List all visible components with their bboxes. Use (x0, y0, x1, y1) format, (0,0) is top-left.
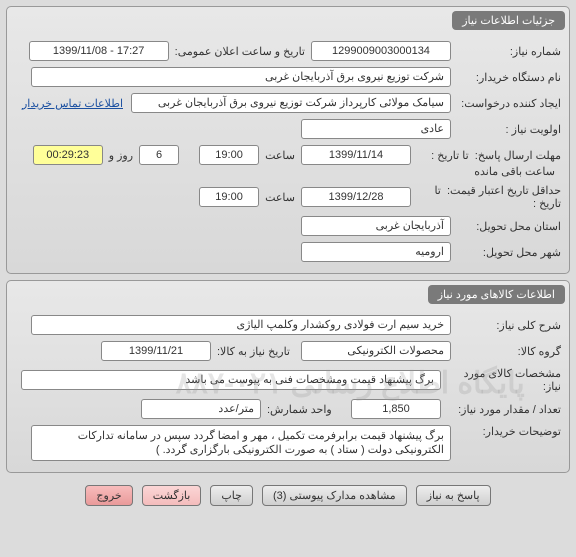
goods-info-title: اطلاعات کالاهای مورد نیاز (428, 285, 565, 304)
field-deadline-date: 1399/11/14 (301, 145, 411, 165)
row-qty: تعداد / مقدار مورد نیاز: 1,850 واحد شمار… (15, 396, 561, 422)
field-province: آذربایجان غربی (301, 216, 451, 236)
field-priority: عادی (301, 119, 451, 139)
row-province: استان محل تحویل: آذربایجان غربی (15, 213, 561, 239)
label-buyer-notes: توضیحات خریدار: (451, 425, 561, 438)
field-need-by: 1399/11/21 (101, 341, 211, 361)
row-priority: اولویت نیاز : عادی (15, 116, 561, 142)
label-unit: واحد شمارش: (261, 403, 351, 416)
need-info-title: جزئیات اطلاعات نیاز (452, 11, 565, 30)
label-valid: حداقل تاریخ اعتبار قیمت: تا تاریخ : (411, 184, 561, 210)
label-buyer: نام دستگاه خریدار: (451, 71, 561, 84)
row-general-desc: شرح کلی نیاز: خرید سیم ارت فولادی روکشدا… (15, 312, 561, 338)
field-remain-time: 00:29:23 (33, 145, 103, 165)
label-spec: مشخصات کالای مورد نیاز: (441, 367, 561, 393)
field-creator: سیامک مولائی کارپرداز شرکت توزیع نیروی ب… (131, 93, 451, 113)
button-bar: پاسخ به نیاز مشاهده مدارک پیوستی (3) چاپ… (0, 479, 576, 516)
row-valid: حداقل تاریخ اعتبار قیمت: تا تاریخ : 1399… (15, 181, 561, 213)
label-need-by: تاریخ نیاز به کالا: (211, 345, 301, 358)
contact-link[interactable]: اطلاعات تماس خریدار (22, 97, 123, 110)
row-creator: ایجاد کننده درخواست: سیامک مولائی کارپرد… (15, 90, 561, 116)
goods-info-panel: پایگاه اطلاع رسانی ۰۲۱-۸۸۷ اطلاعات کالاه… (6, 280, 570, 473)
field-buyer-notes: برگ پیشنهاد قیمت برابرفرمت تکمیل ، مهر و… (31, 425, 451, 461)
field-spec: برگ پیشنهاد قیمت ومشخصات فنی به پیوست می… (21, 370, 441, 390)
label-roozva: روز و (103, 149, 139, 162)
row-city: شهر محل تحویل: ارومیه (15, 239, 561, 265)
label-deadline: مهلت ارسال پاسخ: تا تاریخ : (411, 149, 561, 162)
need-info-panel: جزئیات اطلاعات نیاز شماره نیاز: 12990090… (6, 6, 570, 274)
label-qty: تعداد / مقدار مورد نیاز: (441, 403, 561, 416)
row-need-no: شماره نیاز: 1299009003000134 تاریخ و ساع… (15, 38, 561, 64)
row-buyer-notes: توضیحات خریدار: برگ پیشنهاد قیمت برابرفر… (15, 422, 561, 464)
label-saat2: ساعت (259, 191, 301, 204)
field-valid-date: 1399/12/28 (301, 187, 411, 207)
print-button[interactable]: چاپ (210, 485, 253, 506)
respond-button[interactable]: پاسخ به نیاز (416, 485, 491, 506)
label-saat1: ساعت (259, 149, 301, 162)
field-group: محصولات الکترونیکی (301, 341, 451, 361)
row-spec: مشخصات کالای مورد نیاز: برگ پیشنهاد قیمت… (15, 364, 561, 396)
attachments-button[interactable]: مشاهده مدارک پیوستی (3) (262, 485, 407, 506)
field-qty: 1,850 (351, 399, 441, 419)
label-group: گروه کالا: (451, 345, 561, 358)
exit-button[interactable]: خروج (85, 485, 132, 506)
field-deadline-time: 19:00 (199, 145, 259, 165)
field-buyer: شرکت توزیع نیروی برق آذربایجان غربی (31, 67, 451, 87)
field-remain-days: 6 (139, 145, 179, 165)
label-need-no: شماره نیاز: (451, 45, 561, 58)
label-remain: ساعت باقی مانده (468, 165, 561, 178)
label-announce: تاریخ و ساعت اعلان عمومی: (169, 45, 311, 58)
row-group: گروه کالا: محصولات الکترونیکی تاریخ نیاز… (15, 338, 561, 364)
field-general-desc: خرید سیم ارت فولادی روکشدار وکلمپ الیاژی (31, 315, 451, 335)
label-priority: اولویت نیاز : (451, 123, 561, 136)
label-general-desc: شرح کلی نیاز: (451, 319, 561, 332)
row-deadline: مهلت ارسال پاسخ: تا تاریخ : 1399/11/14 س… (15, 142, 561, 181)
label-city: شهر محل تحویل: (451, 246, 561, 259)
field-announce: 1399/11/08 - 17:27 (29, 41, 169, 61)
label-province: استان محل تحویل: (451, 220, 561, 233)
field-need-no: 1299009003000134 (311, 41, 451, 61)
field-city: ارومیه (301, 242, 451, 262)
row-buyer: نام دستگاه خریدار: شرکت توزیع نیروی برق … (15, 64, 561, 90)
field-unit: متر/عدد (141, 399, 261, 419)
back-button[interactable]: بازگشت (142, 485, 202, 506)
field-valid-time: 19:00 (199, 187, 259, 207)
label-creator: ایجاد کننده درخواست: (451, 97, 561, 110)
